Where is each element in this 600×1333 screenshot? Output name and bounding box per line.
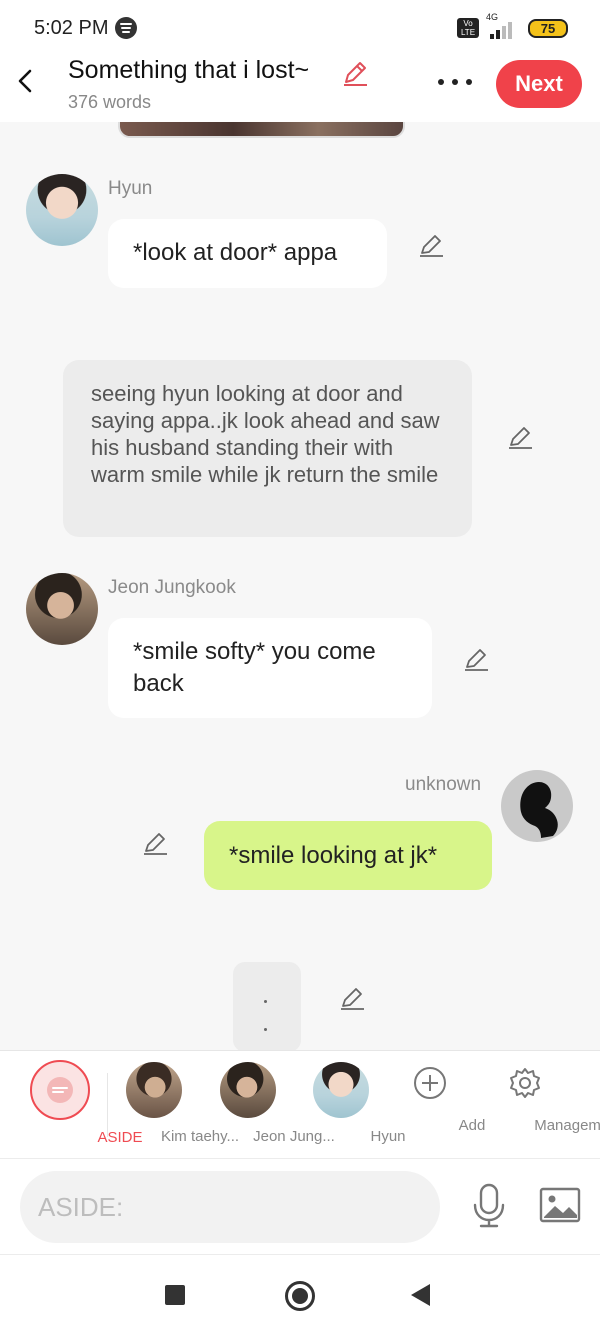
more-options-icon[interactable] <box>432 70 478 94</box>
spotify-icon <box>115 17 137 39</box>
avatar-unknown[interactable] <box>501 770 573 842</box>
character-selector: ASIDE Kim taehy... Jeon Jung... Hyun Add… <box>0 1050 600 1158</box>
edit-pencil-icon[interactable] <box>461 644 491 674</box>
system-nav-bar <box>0 1254 600 1333</box>
volte-icon: Vo LTE <box>457 18 479 38</box>
battery-icon: 75 <box>528 19 568 38</box>
edit-pencil-icon[interactable] <box>416 230 446 260</box>
header: Something that i lost~ 376 words Next <box>0 56 600 122</box>
input-bar <box>0 1158 600 1254</box>
chat-area: Hyun *look at door* appa seeing hyun loo… <box>0 122 600 1050</box>
speaker-name: unknown <box>405 774 482 795</box>
add-character-button[interactable]: Add <box>388 1051 485 1159</box>
avatar <box>126 1062 182 1118</box>
add-icon <box>414 1067 446 1099</box>
edit-pencil-icon[interactable] <box>140 828 170 858</box>
speaker-name: Jeon Jungkook <box>108 577 236 598</box>
avatar-jeon-jungkook[interactable] <box>26 573 98 645</box>
aside-icon <box>30 1060 90 1120</box>
microphone-icon[interactable] <box>470 1181 508 1229</box>
image-icon[interactable] <box>538 1185 582 1225</box>
character-hyun[interactable]: Hyun <box>294 1051 406 1159</box>
message-bubble[interactable]: *smile softy* you come back <box>108 618 432 718</box>
word-count: 376 words <box>68 92 152 112</box>
status-bar: 5:02 PM Vo LTE 4G 75 <box>0 0 600 56</box>
management-label: Management <box>534 1117 600 1134</box>
avatar <box>220 1062 276 1118</box>
message-bubble-user[interactable]: *smile looking at jk* <box>204 821 492 890</box>
typing-indicator[interactable] <box>233 962 301 1050</box>
chat-image[interactable] <box>118 122 405 138</box>
back-icon[interactable] <box>411 1284 430 1306</box>
character-jeon-jungkook[interactable]: Jeon Jung... <box>200 1051 335 1159</box>
avatar <box>313 1062 369 1118</box>
edit-title-pencil-icon[interactable] <box>340 58 370 88</box>
back-arrow-icon[interactable] <box>10 64 46 100</box>
edit-pencil-icon[interactable] <box>505 422 535 452</box>
message-input-container <box>20 1171 440 1243</box>
gear-icon <box>510 1068 540 1098</box>
recent-apps-icon[interactable] <box>165 1285 185 1305</box>
management-button[interactable]: Management <box>472 1051 600 1159</box>
status-time: 5:02 PM <box>34 17 109 39</box>
story-title: Something that i lost~ <box>68 56 310 84</box>
silhouette-icon <box>520 781 558 838</box>
character-kim-taehyung[interactable]: Kim taehy... <box>106 1051 239 1159</box>
speaker-name: Hyun <box>108 178 153 199</box>
aside-narration[interactable]: seeing hyun looking at door and saying a… <box>63 360 472 537</box>
character-aside[interactable]: ASIDE <box>0 1051 143 1159</box>
next-button[interactable]: Next <box>496 60 582 108</box>
edit-pencil-icon[interactable] <box>337 983 367 1013</box>
message-bubble[interactable]: *look at door* appa <box>108 219 387 288</box>
avatar-hyun[interactable] <box>26 174 98 246</box>
message-input[interactable] <box>38 1191 418 1223</box>
home-icon[interactable] <box>285 1281 315 1311</box>
signal-icon <box>490 21 520 39</box>
